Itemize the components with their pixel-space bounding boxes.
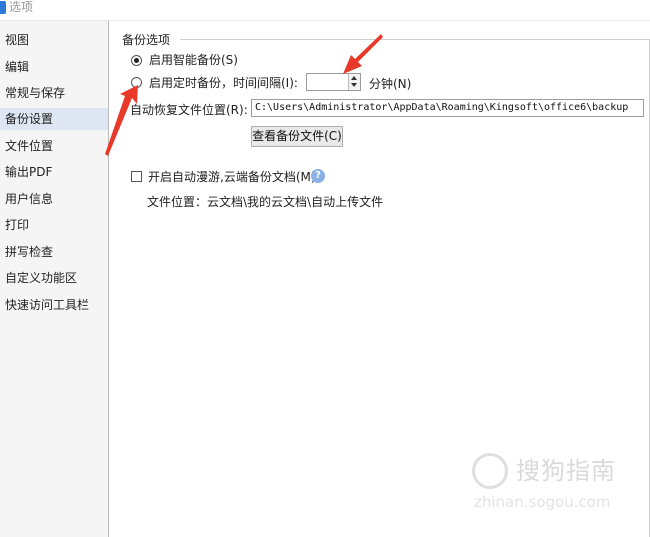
sidebar-item-export-pdf[interactable]: 输出PDF <box>0 161 108 183</box>
spin-down-icon[interactable] <box>351 83 357 87</box>
sidebar-item-customize-ribbon[interactable]: 自定义功能区 <box>0 267 108 289</box>
recovery-location-field[interactable]: C:\Users\Administrator\AppData\Roaming\K… <box>251 99 644 117</box>
minutes-label: 分钟(N) <box>369 77 412 91</box>
timed-backup-radio[interactable] <box>131 77 142 88</box>
auto-roaming-label: 开启自动漫游,云端备份文档(M) <box>148 170 316 184</box>
sidebar-item-edit[interactable]: 编辑 <box>0 56 108 78</box>
watermark-title: 搜狗指南 <box>516 457 616 485</box>
app-icon <box>0 1 6 14</box>
sidebar-item-general-save[interactable]: 常规与保存 <box>0 82 108 104</box>
interval-spin-buttons[interactable] <box>348 74 360 90</box>
sidebar-item-spell-check[interactable]: 拼写检查 <box>0 241 108 263</box>
options-sidebar: 视图 编辑 常规与保存 备份设置 文件位置 输出PDF 用户信息 打印 拼写检查… <box>0 21 109 537</box>
group-title: 备份选项 <box>122 33 171 47</box>
watermark-url: zhinan.sogou.com <box>474 493 611 511</box>
auto-roaming-checkbox[interactable] <box>131 171 142 182</box>
timed-backup-label: 启用定时备份，时间间隔(I): <box>149 76 298 90</box>
smart-backup-radio[interactable] <box>131 55 142 66</box>
group-divider <box>180 39 650 40</box>
sidebar-item-print[interactable]: 打印 <box>0 214 108 236</box>
window-title: 选项 <box>9 0 34 14</box>
sogou-logo-icon <box>472 453 508 489</box>
sidebar-item-file-location[interactable]: 文件位置 <box>0 135 108 157</box>
file-location-text: 文件位置：云文档\我的云文档\自动上传文件 <box>147 195 384 209</box>
sidebar-item-backup-settings[interactable]: 备份设置 <box>0 108 108 130</box>
sogou-watermark: 搜狗指南 zhinan.sogou.com <box>472 449 642 519</box>
sidebar-item-user-info[interactable]: 用户信息 <box>0 188 108 210</box>
recovery-location-label: 自动恢复文件位置(R): <box>130 103 248 117</box>
interval-stepper[interactable] <box>306 73 361 91</box>
title-bar: 选项 <box>0 0 650 20</box>
help-icon[interactable]: ? <box>311 169 325 183</box>
smart-backup-label: 启用智能备份(S) <box>149 53 238 67</box>
sidebar-item-quick-access-toolbar[interactable]: 快速访问工具栏 <box>0 294 108 316</box>
sidebar-item-view[interactable]: 视图 <box>0 29 108 51</box>
spin-up-icon[interactable] <box>351 76 357 80</box>
view-backup-button[interactable]: 查看备份文件(C) <box>251 126 343 147</box>
